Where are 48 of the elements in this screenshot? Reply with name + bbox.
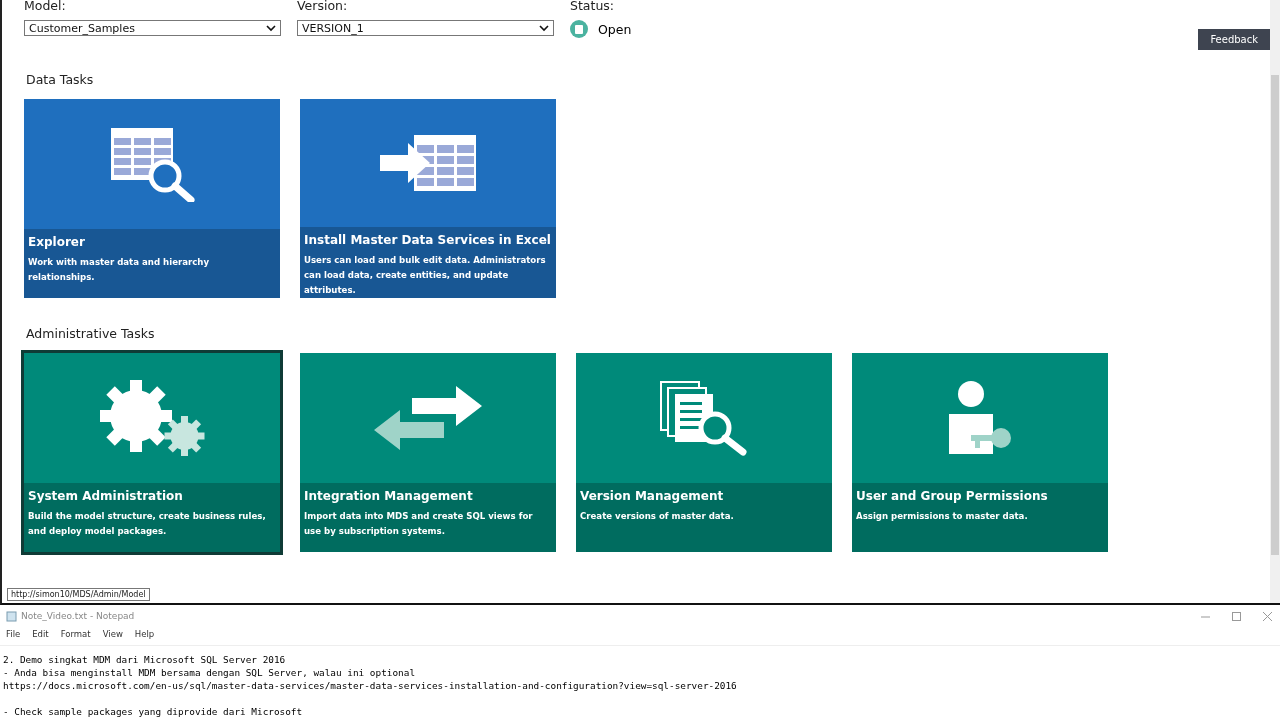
tile-title: Version Management [580,489,725,503]
tile-description: Build the model structure, create business rules, and deploy model packages. [28,510,267,538]
model-dropdown[interactable]: Customer_Samples [24,20,281,36]
model-label: Model: [24,0,67,15]
tile-description: Work with master data and hierarchy relationships. [28,256,211,284]
maximize-icon[interactable] [1232,611,1241,621]
feedback-button[interactable]: Feedback [1198,29,1270,50]
caret-icon [266,24,276,32]
text-line: - Anda bisa menginstall MDM bersama dengan SQL Server, walau ini optional [3,666,417,679]
text-line: https://docs.microsoft.com/en-us/sql/master-data-services/master-data-services-installation-and-configuration?view=sql-server-2016 [3,679,738,692]
task-tile[interactable]: System Administration Build the model structure, create business rules, and deploy model packages. [24,353,280,552]
menu-item[interactable]: Edit [32,629,49,643]
gears-icon [97,378,207,458]
window-title: Note_Video.txt - Notepad [21,611,135,621]
close-icon[interactable] [1263,611,1272,621]
tile-title: Explorer [28,235,86,249]
task-tile[interactable]: Explorer Work with master data and hierarchy relationships. [24,99,280,298]
arrow-into-table-icon [378,133,478,193]
tile-title: System Administration [28,489,184,503]
menu-item[interactable]: Help [134,629,155,643]
text-line: 2. Demo singkat MDM dari Microsoft SQL Server 2016 [3,653,287,666]
task-tile[interactable]: User and Group Permissions Assign permissions to master data. [852,353,1108,552]
tile-description: Create versions of master data. [580,510,735,523]
text-line: - Check sample packages yang diprovide dari Microsoft [3,705,304,718]
tile-description: Assign permissions to master data. [856,510,1029,523]
tile-title: Integration Management [304,489,474,503]
version-label: Version: [297,0,349,15]
table-search-icon [109,126,195,202]
exchange-arrows-icon [372,384,484,452]
menu-item[interactable]: Format [60,629,91,643]
documents-search-icon [659,380,749,456]
status-label: Status: [570,0,616,15]
tile-title: Install Master Data Services in Excel [304,233,552,247]
section-heading: Administrative Tasks [26,326,156,341]
menu-item[interactable]: File [6,629,21,643]
version-dropdown[interactable]: VERSION_1 [297,20,554,36]
status-value: Open [598,21,632,37]
task-tile[interactable]: Version Management Create versions of master data. [576,353,832,552]
notepad-icon [6,610,17,622]
url-tooltip: http://simon10/MDS/Admin/Model [7,588,150,601]
menu-item[interactable]: View [102,629,123,643]
tile-description: Import data into MDS and create SQL views for use by subscription systems. [304,510,534,538]
task-tile[interactable]: Install Master Data Services in Excel Users can load and bulk edit data. Administrators can load data, create entities, and update attributes. [300,99,556,298]
task-tile[interactable]: Integration Management Import data into MDS and create SQL views for use by subscription systems. [300,353,556,552]
tile-title: User and Group Permissions [856,489,1049,503]
section-heading: Data Tasks [26,72,95,87]
caret-icon [539,24,549,32]
tile-description: Users can load and bulk edit data. Administrators can load data, create entities, and update attributes. [304,254,547,297]
